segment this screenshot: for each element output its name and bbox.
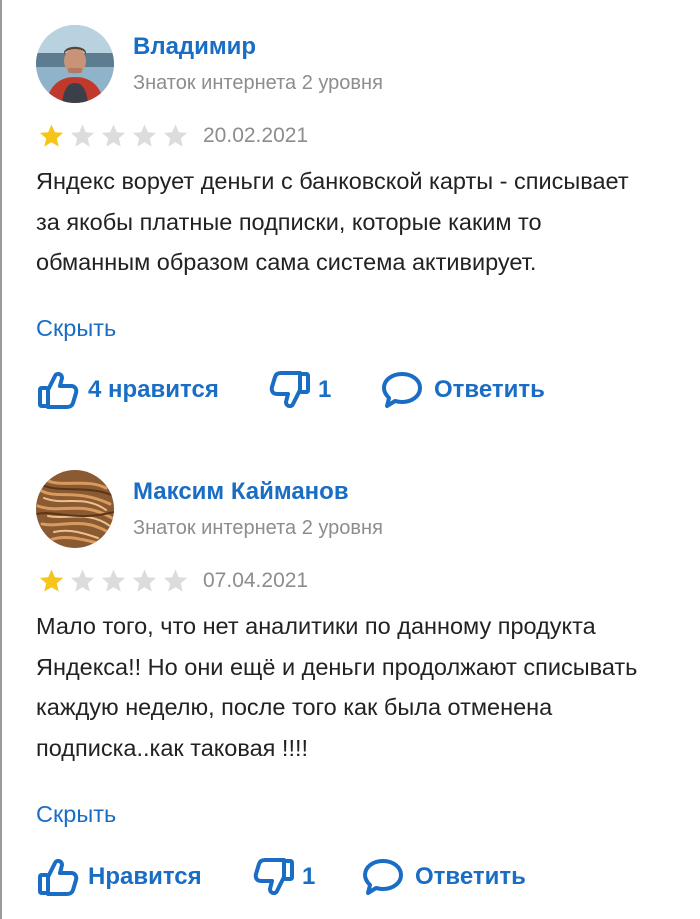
hide-link[interactable]: Скрыть	[36, 315, 116, 342]
review-date: 20.02.2021	[203, 124, 309, 147]
star-filled-icon	[39, 569, 64, 592]
avatar[interactable]	[36, 470, 114, 548]
author-name[interactable]: Владимир	[133, 33, 256, 61]
star-rating	[36, 568, 191, 594]
thumbs-down-icon	[269, 371, 310, 409]
reply-label: Ответить	[434, 376, 545, 403]
review-header: Владимир Знаток интернета 2 уровня	[36, 25, 676, 109]
star-empty-icon	[101, 124, 126, 147]
speech-bubble-icon	[363, 859, 403, 895]
avatar-photo	[36, 25, 114, 103]
review-date: 07.04.2021	[203, 569, 309, 592]
dislike-count: 1	[318, 376, 332, 403]
review-meta: 07.04.2021	[36, 568, 676, 594]
thumbs-down-icon	[253, 858, 294, 896]
reply-label: Ответить	[415, 863, 526, 890]
review-actions: 4 нравится 1 Ответить	[36, 368, 676, 412]
author-level: Знаток интернета 2 уровня	[133, 72, 383, 94]
dislike-count: 1	[302, 863, 316, 890]
avatar-photo	[36, 470, 114, 548]
left-border	[0, 0, 2, 919]
star-empty-icon	[132, 124, 157, 147]
star-empty-icon	[101, 569, 126, 592]
reply-button[interactable]: Ответить	[380, 368, 545, 412]
star-empty-icon	[163, 124, 188, 147]
dislike-button[interactable]: 1	[252, 855, 315, 899]
star-empty-icon	[132, 569, 157, 592]
review-card: Максим Кайманов Знаток интернета 2 уровн…	[36, 470, 676, 896]
review-meta: 20.02.2021	[36, 123, 676, 149]
author-level: Знаток интернета 2 уровня	[133, 517, 383, 539]
author-name[interactable]: Максим Кайманов	[133, 478, 349, 506]
thumbs-up-icon	[38, 858, 79, 896]
star-empty-icon	[70, 569, 95, 592]
star-empty-icon	[70, 124, 95, 147]
like-label: 4 нравится	[88, 376, 219, 403]
speech-bubble-icon	[382, 372, 422, 408]
star-rating	[36, 123, 191, 149]
review-actions: Нравится 1 Ответить	[36, 855, 676, 899]
reply-button[interactable]: Ответить	[361, 855, 526, 899]
hide-link[interactable]: Скрыть	[36, 801, 116, 828]
dislike-button[interactable]: 1	[268, 368, 331, 412]
review-header: Максим Кайманов Знаток интернета 2 уровн…	[36, 470, 676, 554]
like-button[interactable]: 4 нравится	[36, 368, 219, 412]
star-empty-icon	[163, 569, 188, 592]
like-button[interactable]: Нравится	[36, 855, 202, 899]
review-text: Мало того, что нет аналитики по данному …	[36, 613, 638, 761]
avatar[interactable]	[36, 25, 114, 103]
review-card: Владимир Знаток интернета 2 уровня 20.02…	[36, 25, 676, 409]
star-filled-icon	[39, 124, 64, 147]
like-label: Нравится	[88, 863, 202, 890]
thumbs-up-icon	[38, 371, 79, 409]
review-text: Яндекс ворует деньги с банковской карты …	[36, 168, 629, 275]
